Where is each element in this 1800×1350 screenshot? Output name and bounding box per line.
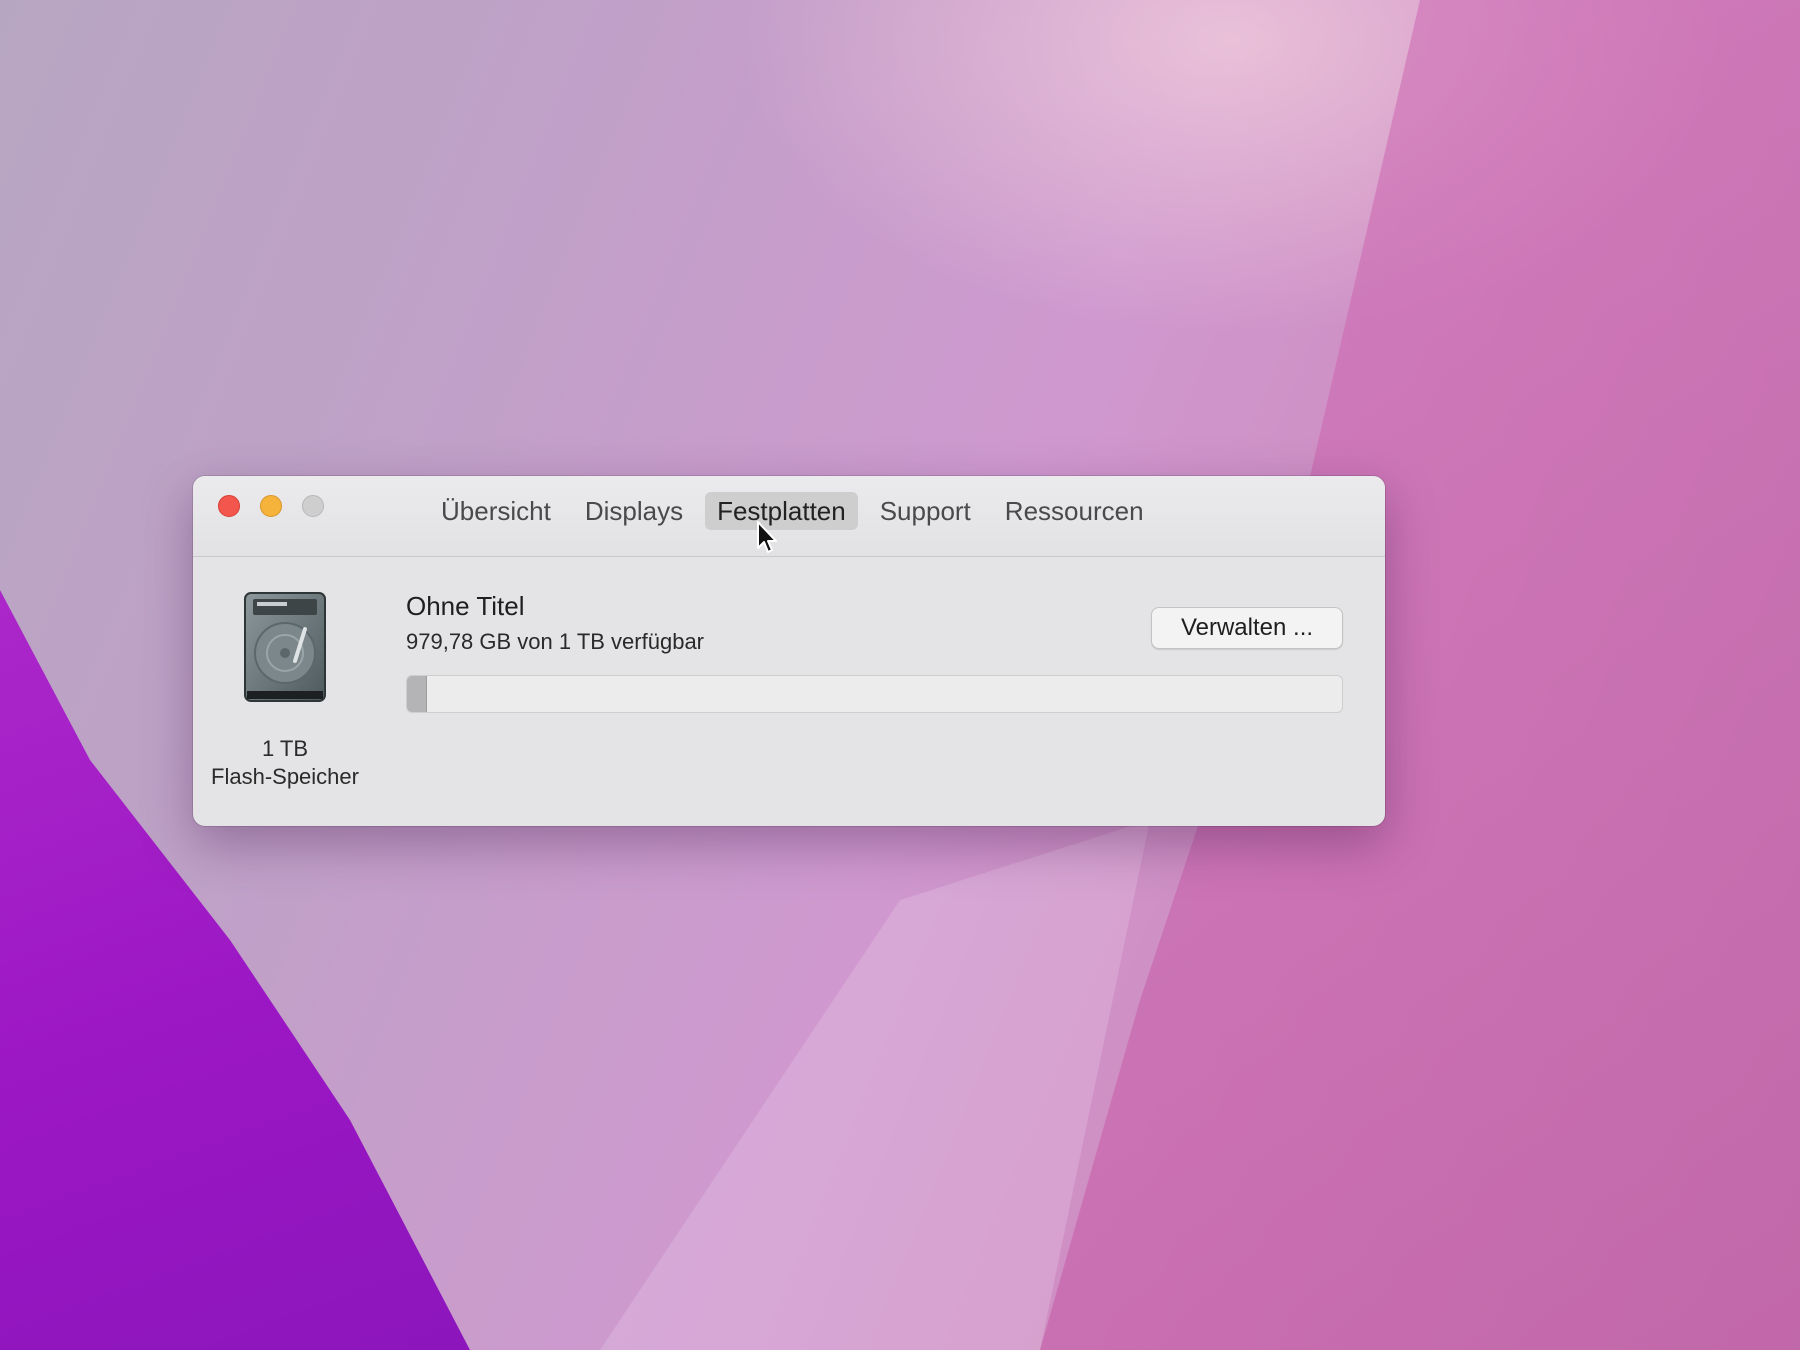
tab-support[interactable]: Support xyxy=(868,492,983,530)
storage-panel: 1 TB Flash-Speicher Ohne Titel 979,78 GB… xyxy=(193,557,1385,826)
tab-bar: Übersicht Displays Festplatten Support R… xyxy=(429,492,1156,530)
tab-displays[interactable]: Displays xyxy=(573,492,695,530)
tab-ressourcen[interactable]: Ressourcen xyxy=(993,492,1156,530)
tab-festplatten[interactable]: Festplatten xyxy=(705,492,858,530)
drive-capacity: 1 TB xyxy=(261,736,309,761)
drive-label: 1 TB Flash-Speicher xyxy=(207,735,363,791)
drive-type: Flash-Speicher xyxy=(211,764,359,789)
window-titlebar: Übersicht Displays Festplatten Support R… xyxy=(193,476,1385,557)
close-button[interactable] xyxy=(218,495,240,517)
volume-space: 979,78 GB von 1 TB verfügbar xyxy=(406,629,704,654)
mouse-pointer-icon xyxy=(757,521,777,553)
storage-usage-fill xyxy=(407,676,427,712)
manage-button[interactable]: Verwalten ... xyxy=(1151,607,1343,649)
volume-name: Ohne Titel xyxy=(406,591,525,621)
zoom-button[interactable] xyxy=(302,495,324,517)
minimize-button[interactable] xyxy=(260,495,282,517)
tab-uebersicht[interactable]: Übersicht xyxy=(429,492,563,530)
about-this-mac-window: Übersicht Displays Festplatten Support R… xyxy=(193,476,1385,826)
hard-drive-icon xyxy=(244,592,326,702)
storage-usage-bar xyxy=(406,675,1343,713)
